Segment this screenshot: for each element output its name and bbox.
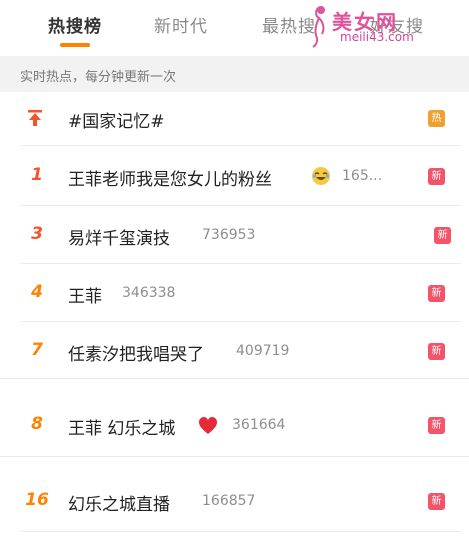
list-item-title: 任素汐把我唱哭了	[68, 345, 204, 365]
rank-number: 8	[31, 414, 43, 434]
list-item-count: 346338	[122, 285, 176, 301]
subheader-text: 实时热点，每分钟更新一次	[20, 70, 177, 85]
rank-number: 7	[31, 340, 43, 360]
list-item-title: 王菲老师我是您女儿的粉丝	[68, 170, 272, 190]
tab-new-era[interactable]: 新时代	[154, 12, 208, 37]
list-item-count: 409719	[236, 343, 290, 359]
list-item[interactable]: 7 任素汐把我唱哭了 409719 新	[0, 322, 469, 378]
new-badge: 新	[428, 493, 445, 510]
list-item-title: 幻乐之城直播	[68, 495, 170, 515]
list-divider	[0, 378, 469, 393]
new-badge: 新	[428, 285, 445, 302]
list-item-pinned[interactable]: #国家记忆# 热	[0, 92, 469, 146]
top-tab-bar: 热搜榜 新时代 最热搜 好友搜 美女网 meili43.com	[0, 0, 469, 52]
list-item[interactable]: 4 王菲 346338 新	[0, 264, 469, 322]
list-item-count: 165...	[342, 168, 383, 184]
pin-top-icon	[28, 110, 42, 126]
rank-number: 4	[31, 282, 43, 302]
watermark-figure-icon	[312, 6, 325, 48]
list-item[interactable]: 16 幻乐之城直播 166857 新	[0, 470, 469, 532]
laughing-face-emoji	[312, 167, 330, 185]
tab-hot-search[interactable]: 热搜榜	[48, 12, 102, 37]
rank-number: 16	[25, 490, 49, 510]
list-item-title: 王菲	[68, 287, 102, 307]
list-item-title: 王菲 幻乐之城	[68, 419, 176, 439]
new-badge: 新	[428, 417, 445, 434]
list-item-title: #国家记忆#	[68, 112, 165, 132]
new-badge: 新	[428, 168, 445, 185]
subheader-bar: 实时热点，每分钟更新一次	[0, 56, 469, 92]
list-item-count: 166857	[202, 493, 256, 509]
new-badge: 新	[428, 343, 445, 360]
active-tab-indicator	[60, 43, 90, 47]
rank-number: 1	[31, 165, 43, 185]
list-item[interactable]: 1 王菲老师我是您女儿的粉丝 165... 新	[0, 146, 469, 206]
list-item-title: 易烊千玺演技	[68, 229, 170, 249]
list-item-count: 736953	[202, 227, 256, 243]
list-item[interactable]: 3 易烊千玺演技 736953 新	[0, 206, 469, 264]
hot-badge: 热	[428, 110, 445, 127]
new-badge: 新	[434, 227, 451, 244]
list-divider	[0, 456, 469, 471]
rank-number: 3	[31, 224, 43, 244]
watermark-logo: 美女网 meili43.com	[300, 2, 465, 50]
watermark-url: meili43.com	[340, 30, 414, 44]
red-heart-emoji	[199, 417, 217, 434]
list-item[interactable]: 8 王菲 幻乐之城 361664 新	[0, 392, 469, 456]
list-item-count: 361664	[232, 417, 286, 433]
